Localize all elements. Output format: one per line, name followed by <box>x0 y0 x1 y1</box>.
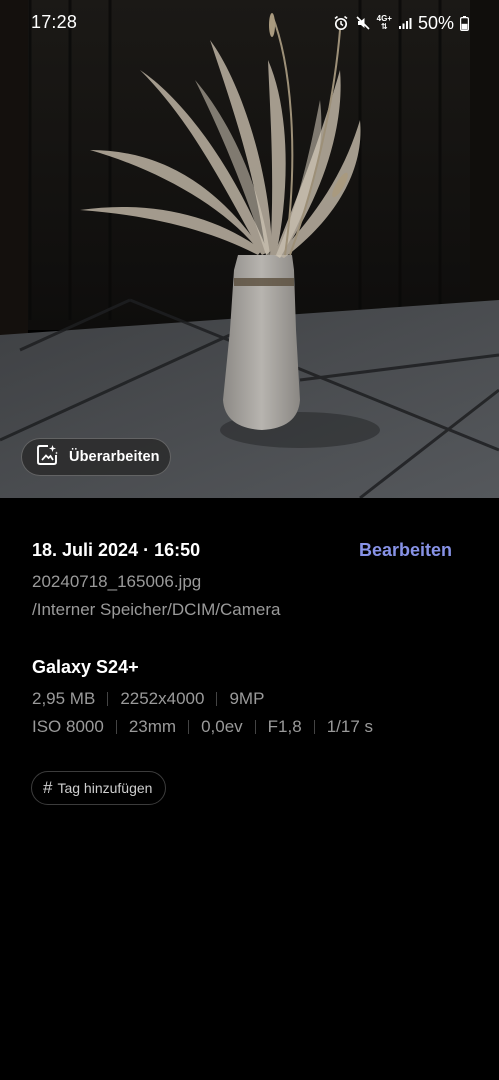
network-icon: 4G+ ⇅ <box>376 14 392 31</box>
divider <box>254 720 256 734</box>
device-name: Galaxy S24+ <box>32 657 139 677</box>
aperture: F1,8 <box>267 717 302 736</box>
photo-preview[interactable] <box>0 0 499 498</box>
divider <box>313 720 315 734</box>
enhance-button[interactable]: Überarbeiten <box>21 438 171 476</box>
camera-specs-row: ISO 8000 23mm 0,0ev F1,8 1/17 s <box>32 717 373 737</box>
add-tag-button[interactable]: # Tag hinzufügen <box>31 771 167 805</box>
resolution: 2252x4000 <box>120 689 205 708</box>
status-time: 17:28 <box>31 12 78 32</box>
battery-percentage: 50% <box>417 12 454 33</box>
ai-edit-icon <box>35 443 59 472</box>
file-path: /Interner Speicher/DCIM/Camera <box>32 600 281 619</box>
exposure-value: 0,0ev <box>201 717 243 736</box>
shutter-speed: 1/17 s <box>326 717 373 736</box>
divider <box>188 720 190 734</box>
battery-icon <box>460 15 469 31</box>
date-time: 18. Juli 2024 · 16:50 <box>32 540 201 560</box>
status-bar: 17:28 4G+ ⇅ 50% <box>0 0 499 46</box>
mute-icon <box>355 15 371 31</box>
divider <box>107 692 109 706</box>
hashtag-icon: # <box>43 778 53 797</box>
signal-icon <box>398 16 412 30</box>
add-tag-label: Tag hinzufügen <box>57 780 153 796</box>
divider <box>115 720 117 734</box>
focal-length: 23mm <box>128 717 177 736</box>
alarm-icon <box>333 15 349 31</box>
megapixels: 9MP <box>229 689 265 708</box>
details-panel: 18. Juli 2024 · 16:50 Bearbeiten 2024071… <box>0 498 499 1080</box>
iso: ISO 8000 <box>32 717 104 736</box>
file-specs-row: 2,95 MB 2252x4000 9MP <box>32 689 264 709</box>
status-icons: 4G+ ⇅ 50% <box>333 12 469 34</box>
file-size: 2,95 MB <box>32 689 96 708</box>
edit-details-button[interactable]: Bearbeiten <box>359 540 452 561</box>
divider <box>216 692 218 706</box>
file-name: 20240718_165006.jpg <box>32 572 202 591</box>
date-row: 18. Juli 2024 · 16:50 Bearbeiten <box>32 540 452 561</box>
enhance-button-label: Überarbeiten <box>69 449 160 465</box>
